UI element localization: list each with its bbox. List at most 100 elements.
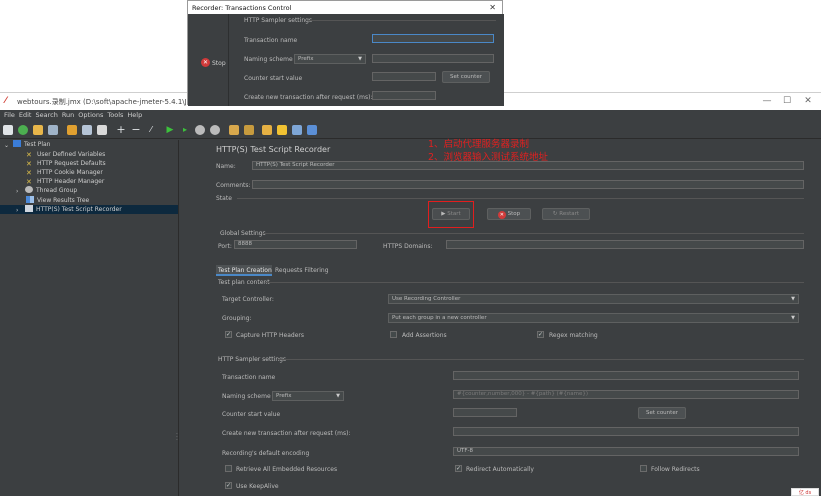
menu-options[interactable]: Options bbox=[78, 110, 103, 121]
tree-item-http-header-manager[interactable]: ✕ HTTP Header Manager bbox=[26, 177, 104, 186]
tree-item-thread-group[interactable]: › Thread Group bbox=[16, 186, 77, 195]
test-plan-tree: ⌄ Test Plan ✕ User Defined Variables ✕ HTTP… bbox=[0, 140, 178, 496]
menu-help[interactable]: Help bbox=[127, 110, 142, 121]
transaction-name-input[interactable] bbox=[453, 371, 799, 380]
annotation-step-1: 1、启动代理服务器录制 bbox=[428, 139, 530, 150]
regex-matching-checkbox[interactable]: ✓ bbox=[537, 331, 544, 338]
start-icon[interactable]: ▶ bbox=[165, 125, 175, 135]
encoding-input[interactable]: UTF-8 bbox=[453, 447, 799, 456]
counter-start-input[interactable] bbox=[453, 408, 517, 417]
chevron-down-icon: ▼ bbox=[358, 56, 362, 62]
tree-item-http-cookie-manager[interactable]: ✕ HTTP Cookie Manager bbox=[26, 168, 103, 177]
stop-circle-icon: ✕ bbox=[497, 211, 506, 219]
restart-icon: ↻ bbox=[552, 211, 558, 217]
naming-scheme-select[interactable]: Prefix ▼ bbox=[272, 391, 344, 401]
menu-tools[interactable]: Tools bbox=[107, 110, 123, 121]
templates-icon[interactable] bbox=[18, 125, 28, 135]
dialog-set-counter-button[interactable]: Set counter bbox=[442, 71, 490, 83]
paste-icon[interactable] bbox=[97, 125, 107, 135]
sampler-settings-label: HTTP Sampler settings bbox=[218, 356, 287, 363]
wrench-icon: ✕ bbox=[26, 151, 32, 159]
menu-edit[interactable]: Edit bbox=[19, 110, 32, 121]
https-domains-input[interactable] bbox=[446, 240, 804, 249]
comments-input[interactable] bbox=[252, 180, 804, 189]
restart-button[interactable]: ↻ Restart bbox=[542, 208, 590, 220]
stop-button[interactable]: ✕ Stop bbox=[487, 208, 531, 220]
shutdown-icon[interactable] bbox=[210, 125, 220, 135]
menu-run[interactable]: Run bbox=[62, 110, 74, 121]
menu-bar: File Edit Search Run Options Tools Help bbox=[0, 110, 821, 121]
close-window-button[interactable]: ✕ bbox=[801, 95, 815, 107]
tree-item-test-plan[interactable]: ⌄ Test Plan bbox=[4, 140, 51, 149]
menu-search[interactable]: Search bbox=[35, 110, 57, 121]
start-button[interactable]: ▶ Start bbox=[432, 208, 470, 220]
open-icon[interactable] bbox=[33, 125, 43, 135]
menu-file[interactable]: File bbox=[4, 110, 15, 121]
target-controller-select[interactable]: Use Recording Controller ▼ bbox=[388, 294, 799, 304]
clear-all-icon[interactable] bbox=[244, 125, 254, 135]
tree-item-user-defined-variables[interactable]: ✕ User Defined Variables bbox=[26, 150, 105, 159]
dialog-naming-scheme-select[interactable]: Prefix ▼ bbox=[294, 54, 366, 64]
dialog-create-new-tx-label: Create new transaction after request (ms… bbox=[244, 94, 373, 101]
clear-icon[interactable] bbox=[229, 125, 239, 135]
dialog-title: Recorder: Transactions Control bbox=[192, 4, 292, 12]
set-counter-button[interactable]: Set counter bbox=[638, 407, 686, 419]
start-no-pauses-icon[interactable]: ▸ bbox=[180, 125, 190, 135]
new-icon[interactable] bbox=[3, 125, 13, 135]
transactions-control-dialog: Recorder: Transactions Control ✕ ✕ Stop … bbox=[187, 0, 504, 106]
collapse-icon[interactable]: − bbox=[131, 124, 141, 135]
redirect-auto-checkbox[interactable]: ✓ bbox=[455, 465, 462, 472]
dialog-transaction-name-label: Transaction name bbox=[244, 37, 298, 44]
wrench-icon: ✕ bbox=[26, 160, 32, 168]
search-icon[interactable] bbox=[262, 125, 272, 135]
tab-test-plan-creation[interactable]: Test Plan Creation bbox=[216, 265, 272, 276]
test-plan-content-separator bbox=[265, 282, 804, 283]
comments-label: Comments: bbox=[216, 182, 251, 189]
global-settings-separator bbox=[262, 233, 804, 234]
keepalive-checkbox[interactable]: ✓ bbox=[225, 482, 232, 489]
chevron-down-icon: ▼ bbox=[791, 296, 795, 302]
test-plan-icon bbox=[13, 140, 21, 147]
splitter[interactable] bbox=[178, 140, 179, 496]
splitter-handle[interactable]: · · · bbox=[176, 432, 178, 444]
port-input[interactable]: 8888 bbox=[234, 240, 357, 249]
toggle-icon[interactable]: ⁄ bbox=[146, 125, 156, 135]
dialog-naming-pattern-input[interactable] bbox=[372, 54, 494, 63]
help-icon[interactable] bbox=[307, 125, 317, 135]
retrieve-embedded-checkbox[interactable] bbox=[225, 465, 232, 472]
cut-icon[interactable] bbox=[67, 125, 77, 135]
dialog-naming-scheme-label: Naming scheme bbox=[244, 56, 293, 63]
dialog-close-button[interactable]: ✕ bbox=[489, 3, 496, 12]
name-label: Name: bbox=[216, 163, 236, 170]
tree-item-view-results-tree[interactable]: View Results Tree bbox=[26, 196, 89, 205]
keepalive-label: Use KeepAlive bbox=[236, 483, 279, 490]
corner-watermark-logo: 亿 ds bbox=[791, 488, 819, 496]
grouping-label: Grouping: bbox=[222, 315, 252, 322]
stop-icon[interactable] bbox=[195, 125, 205, 135]
create-new-tx-input[interactable] bbox=[453, 427, 799, 436]
minimize-button[interactable]: — bbox=[760, 95, 774, 107]
annotation-step-2: 2、浏览器输入测试系统地址 bbox=[428, 152, 549, 163]
transaction-name-label: Transaction name bbox=[222, 374, 276, 381]
save-icon[interactable] bbox=[48, 125, 58, 135]
reset-search-icon[interactable] bbox=[277, 125, 287, 135]
expand-icon[interactable]: + bbox=[116, 124, 126, 135]
counter-start-label: Counter start value bbox=[222, 411, 281, 418]
naming-pattern-input[interactable]: #{counter,number,000} - #{path} (#{name}… bbox=[453, 390, 799, 399]
add-assertions-checkbox[interactable] bbox=[390, 331, 397, 338]
capture-headers-checkbox[interactable]: ✓ bbox=[225, 331, 232, 338]
dialog-counter-start-input[interactable] bbox=[372, 72, 436, 81]
tree-item-recorder[interactable]: › HTTP(S) Test Script Recorder bbox=[0, 205, 178, 214]
follow-redirects-checkbox[interactable] bbox=[640, 465, 647, 472]
copy-icon[interactable] bbox=[82, 125, 92, 135]
function-helper-icon[interactable] bbox=[292, 125, 302, 135]
dialog-create-new-tx-input[interactable] bbox=[372, 91, 436, 100]
dialog-stop-button[interactable]: ✕ Stop bbox=[191, 14, 229, 106]
tab-requests-filtering[interactable]: Requests Filtering bbox=[273, 265, 331, 276]
state-separator bbox=[237, 198, 804, 199]
chart-icon bbox=[26, 196, 34, 203]
maximize-button[interactable]: ☐ bbox=[780, 95, 794, 107]
grouping-select[interactable]: Put each group in a new controller ▼ bbox=[388, 313, 799, 323]
tree-item-http-request-defaults[interactable]: ✕ HTTP Request Defaults bbox=[26, 159, 106, 168]
dialog-transaction-name-input[interactable] bbox=[372, 34, 494, 43]
